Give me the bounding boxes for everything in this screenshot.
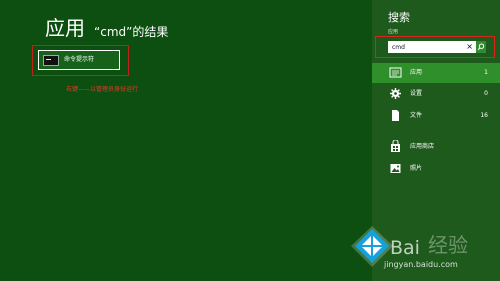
- document-icon: [389, 109, 402, 122]
- scope-label-apps: 应用: [410, 69, 423, 76]
- scope-label-settings: 设置: [410, 90, 423, 97]
- app-result-label: 命令提示符: [64, 56, 95, 63]
- scope-label-photos: 照片: [410, 165, 423, 172]
- scope-label-store: 应用商店: [410, 143, 435, 150]
- scope-item-store[interactable]: 应用商店: [372, 137, 500, 157]
- photo-icon: [389, 162, 402, 175]
- search-input[interactable]: [388, 41, 466, 53]
- scope-item-files[interactable]: 文件 16: [372, 106, 500, 126]
- watermark-text: Bai: [390, 237, 420, 259]
- scope-item-photos[interactable]: 照片: [372, 159, 500, 179]
- scope-count-files: 16: [480, 112, 488, 119]
- scope-label-files: 文件: [410, 112, 423, 119]
- scope-count-apps: 1: [484, 69, 488, 76]
- results-area: 应用 “cmd”的结果 命令提示符 右键——以管理员身份运行: [0, 0, 372, 281]
- search-icon: [477, 43, 485, 51]
- watermark-url: jingyan.baidu.com: [384, 260, 458, 269]
- page-title: 应用: [45, 16, 85, 40]
- scope-item-apps[interactable]: 应用 1: [372, 63, 500, 83]
- gear-icon: [389, 87, 402, 100]
- search-button[interactable]: [476, 41, 486, 53]
- clear-icon[interactable]: ×: [466, 41, 473, 53]
- scope-count-settings: 0: [484, 90, 488, 97]
- search-title: 搜索: [388, 11, 410, 24]
- watermark-text-suffix: 经验: [428, 233, 468, 257]
- annotation-note: 右键——以管理员身份运行: [66, 86, 139, 93]
- app-result-tile[interactable]: 命令提示符: [38, 50, 120, 70]
- apps-icon: [389, 66, 402, 79]
- search-scope-label: 应用: [388, 29, 399, 35]
- store-icon: [389, 140, 402, 153]
- search-results-subtitle: “cmd”的结果: [94, 25, 169, 39]
- scope-item-settings[interactable]: 设置 0: [372, 84, 500, 104]
- command-prompt-icon: [43, 54, 59, 66]
- search-box: ×: [388, 41, 486, 53]
